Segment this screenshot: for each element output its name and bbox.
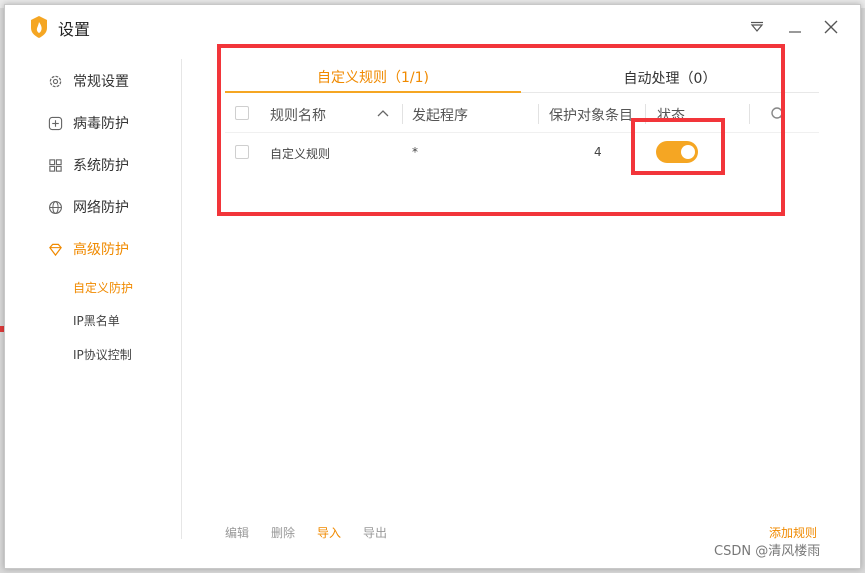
sidebar-subitem-ip-protocol[interactable]: IP协议控制 bbox=[73, 346, 132, 363]
grid-icon bbox=[47, 157, 63, 173]
sidebar-divider bbox=[181, 59, 182, 539]
title-bar: 设置 bbox=[5, 5, 860, 49]
minimize-icon bbox=[789, 31, 801, 33]
app-logo-icon bbox=[31, 16, 47, 38]
sidebar-item-system[interactable]: 系统防护 bbox=[47, 153, 129, 177]
watermark: CSDN @清风楼雨 bbox=[714, 544, 821, 559]
plus-box-icon bbox=[47, 115, 63, 131]
sidebar-item-label: 系统防护 bbox=[73, 158, 129, 174]
sidebar-subitem-ip-blacklist[interactable]: IP黑名单 bbox=[73, 312, 120, 329]
close-icon bbox=[824, 20, 838, 34]
delete-button[interactable]: 删除 bbox=[271, 524, 295, 541]
sidebar-item-network[interactable]: 网络防护 bbox=[47, 195, 129, 219]
sidebar-item-label: 常规设置 bbox=[73, 74, 129, 90]
dropdown-menu-button[interactable] bbox=[745, 15, 769, 39]
edit-button[interactable]: 编辑 bbox=[225, 524, 249, 541]
sidebar-subitem-custom-protection[interactable]: 自定义防护 bbox=[73, 279, 133, 296]
triangle-down-icon bbox=[750, 21, 764, 32]
diamond-icon bbox=[47, 241, 63, 257]
sidebar: 常规设置 病毒防护 系统防护 网络防护 高级防护 自定义防护 IP黑名单 IP协… bbox=[5, 49, 183, 539]
sidebar-item-label: 高级防护 bbox=[73, 242, 129, 258]
sidebar-item-label: 网络防护 bbox=[73, 200, 129, 216]
add-rule-button[interactable]: 添加规则 bbox=[769, 524, 817, 541]
sidebar-item-label: 病毒防护 bbox=[73, 116, 129, 132]
sidebar-item-advanced[interactable]: 高级防护 bbox=[47, 237, 129, 261]
settings-window: 设置 常规设置 病毒防护 系统防护 网络防护 高级防护 自定义防护 IP黑名单 … bbox=[4, 4, 861, 569]
sidebar-item-general[interactable]: 常规设置 bbox=[47, 69, 129, 93]
import-button[interactable]: 导入 bbox=[317, 524, 341, 541]
close-button[interactable] bbox=[819, 15, 843, 39]
annotation-box-toggle bbox=[631, 118, 725, 175]
window-title: 设置 bbox=[58, 20, 91, 39]
export-button[interactable]: 导出 bbox=[363, 524, 387, 541]
gear-icon bbox=[47, 73, 63, 89]
sidebar-item-virus[interactable]: 病毒防护 bbox=[47, 111, 129, 135]
minimize-button[interactable] bbox=[783, 15, 807, 39]
globe-icon bbox=[47, 199, 63, 215]
